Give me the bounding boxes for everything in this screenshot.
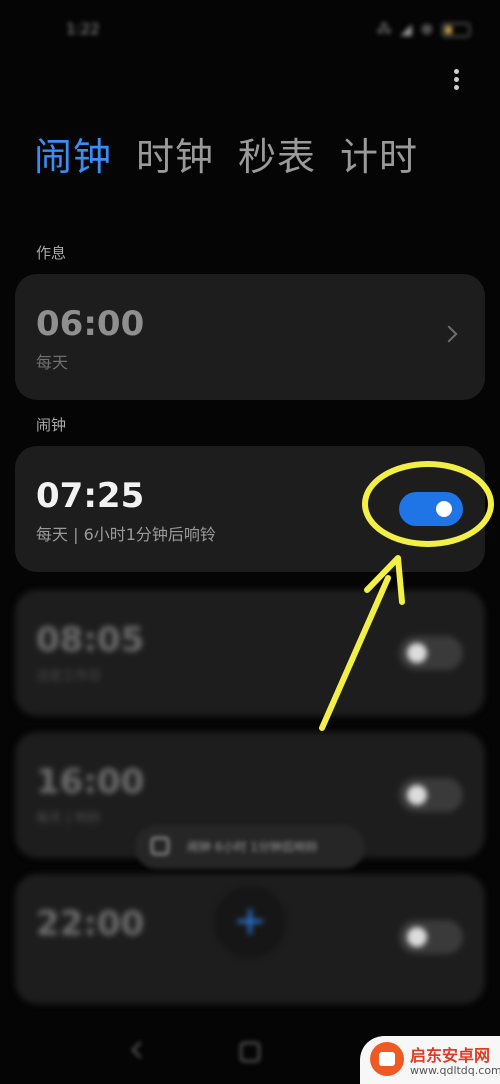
watermark: 启东安卓网 www.qdltdq.com [360, 1036, 500, 1084]
back-icon[interactable] [131, 1041, 149, 1059]
watermark-url: www.qdltdq.com [410, 1064, 500, 1077]
watermark-title: 启东安卓网 [410, 1046, 491, 1065]
annotation-arrow [319, 555, 405, 731]
logo-icon [370, 1042, 404, 1076]
home-icon[interactable] [240, 1042, 260, 1062]
